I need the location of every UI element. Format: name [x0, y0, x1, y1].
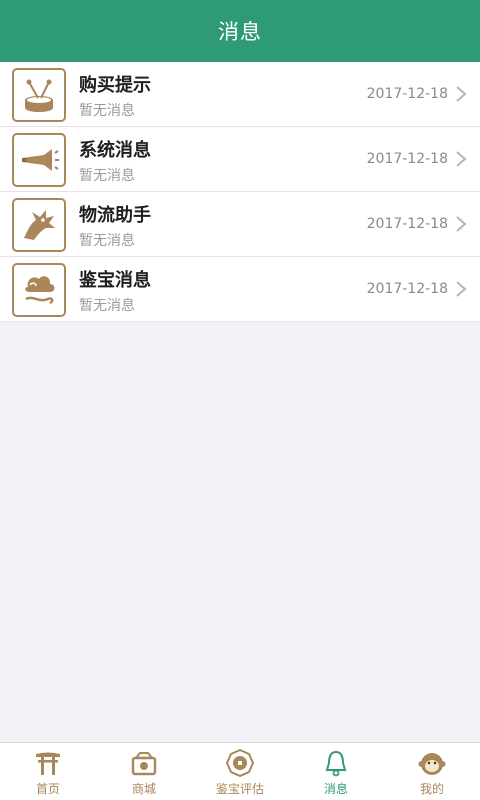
message-subtitle: 暂无消息	[79, 233, 135, 249]
tab-label: 首页	[35, 782, 60, 796]
message-list: 购买提示 暂无消息 2017-12-18 系统消息 暂无消息 2017-12-1…	[0, 62, 480, 322]
gate-icon	[33, 749, 63, 777]
page-title: 消息	[218, 20, 262, 44]
tab-messages[interactable]: 消息	[288, 743, 384, 800]
tab-label: 消息	[323, 782, 348, 796]
message-title: 物流助手	[79, 205, 151, 226]
message-title: 鉴宝消息	[79, 270, 151, 291]
tab-appraisal[interactable]: 鉴宝评估	[192, 743, 288, 800]
cloud-icon	[12, 263, 66, 317]
message-title: 购买提示	[79, 75, 151, 96]
message-row-purchase[interactable]: 购买提示 暂无消息 2017-12-18	[0, 62, 480, 127]
chevron-right-icon	[456, 151, 467, 167]
chevron-right-icon	[456, 281, 467, 297]
dragon-icon	[12, 198, 66, 252]
tab-label: 商城	[131, 782, 156, 796]
horn-icon	[12, 133, 66, 187]
top-bar: 消息	[0, 0, 480, 62]
message-title: 系统消息	[79, 140, 151, 161]
message-row-system[interactable]: 系统消息 暂无消息 2017-12-18	[0, 127, 480, 192]
tab-profile[interactable]: 我的	[384, 743, 480, 800]
bell-icon	[321, 749, 351, 777]
message-date: 2017-12-18	[366, 281, 448, 297]
tab-shop[interactable]: 商城	[96, 743, 192, 800]
message-date: 2017-12-18	[366, 86, 448, 102]
bottom-tab-bar: 首页 商城 鉴宝评估 消息 我的	[0, 742, 480, 800]
chevron-right-icon	[456, 216, 467, 232]
message-date: 2017-12-18	[366, 151, 448, 167]
message-row-logistics[interactable]: 物流助手 暂无消息 2017-12-18	[0, 192, 480, 257]
chevron-right-icon	[456, 86, 467, 102]
shop-icon	[129, 749, 159, 777]
tab-home[interactable]: 首页	[0, 743, 96, 800]
message-subtitle: 暂无消息	[79, 168, 135, 184]
message-subtitle: 暂无消息	[79, 298, 135, 314]
monkey-icon	[417, 749, 447, 777]
tab-label: 我的	[419, 782, 444, 796]
tab-label: 鉴宝评估	[215, 782, 264, 796]
coin-icon	[225, 749, 255, 777]
message-date: 2017-12-18	[366, 216, 448, 232]
drum-icon	[12, 68, 66, 122]
message-subtitle: 暂无消息	[79, 103, 135, 119]
message-row-appraisal[interactable]: 鉴宝消息 暂无消息 2017-12-18	[0, 257, 480, 322]
